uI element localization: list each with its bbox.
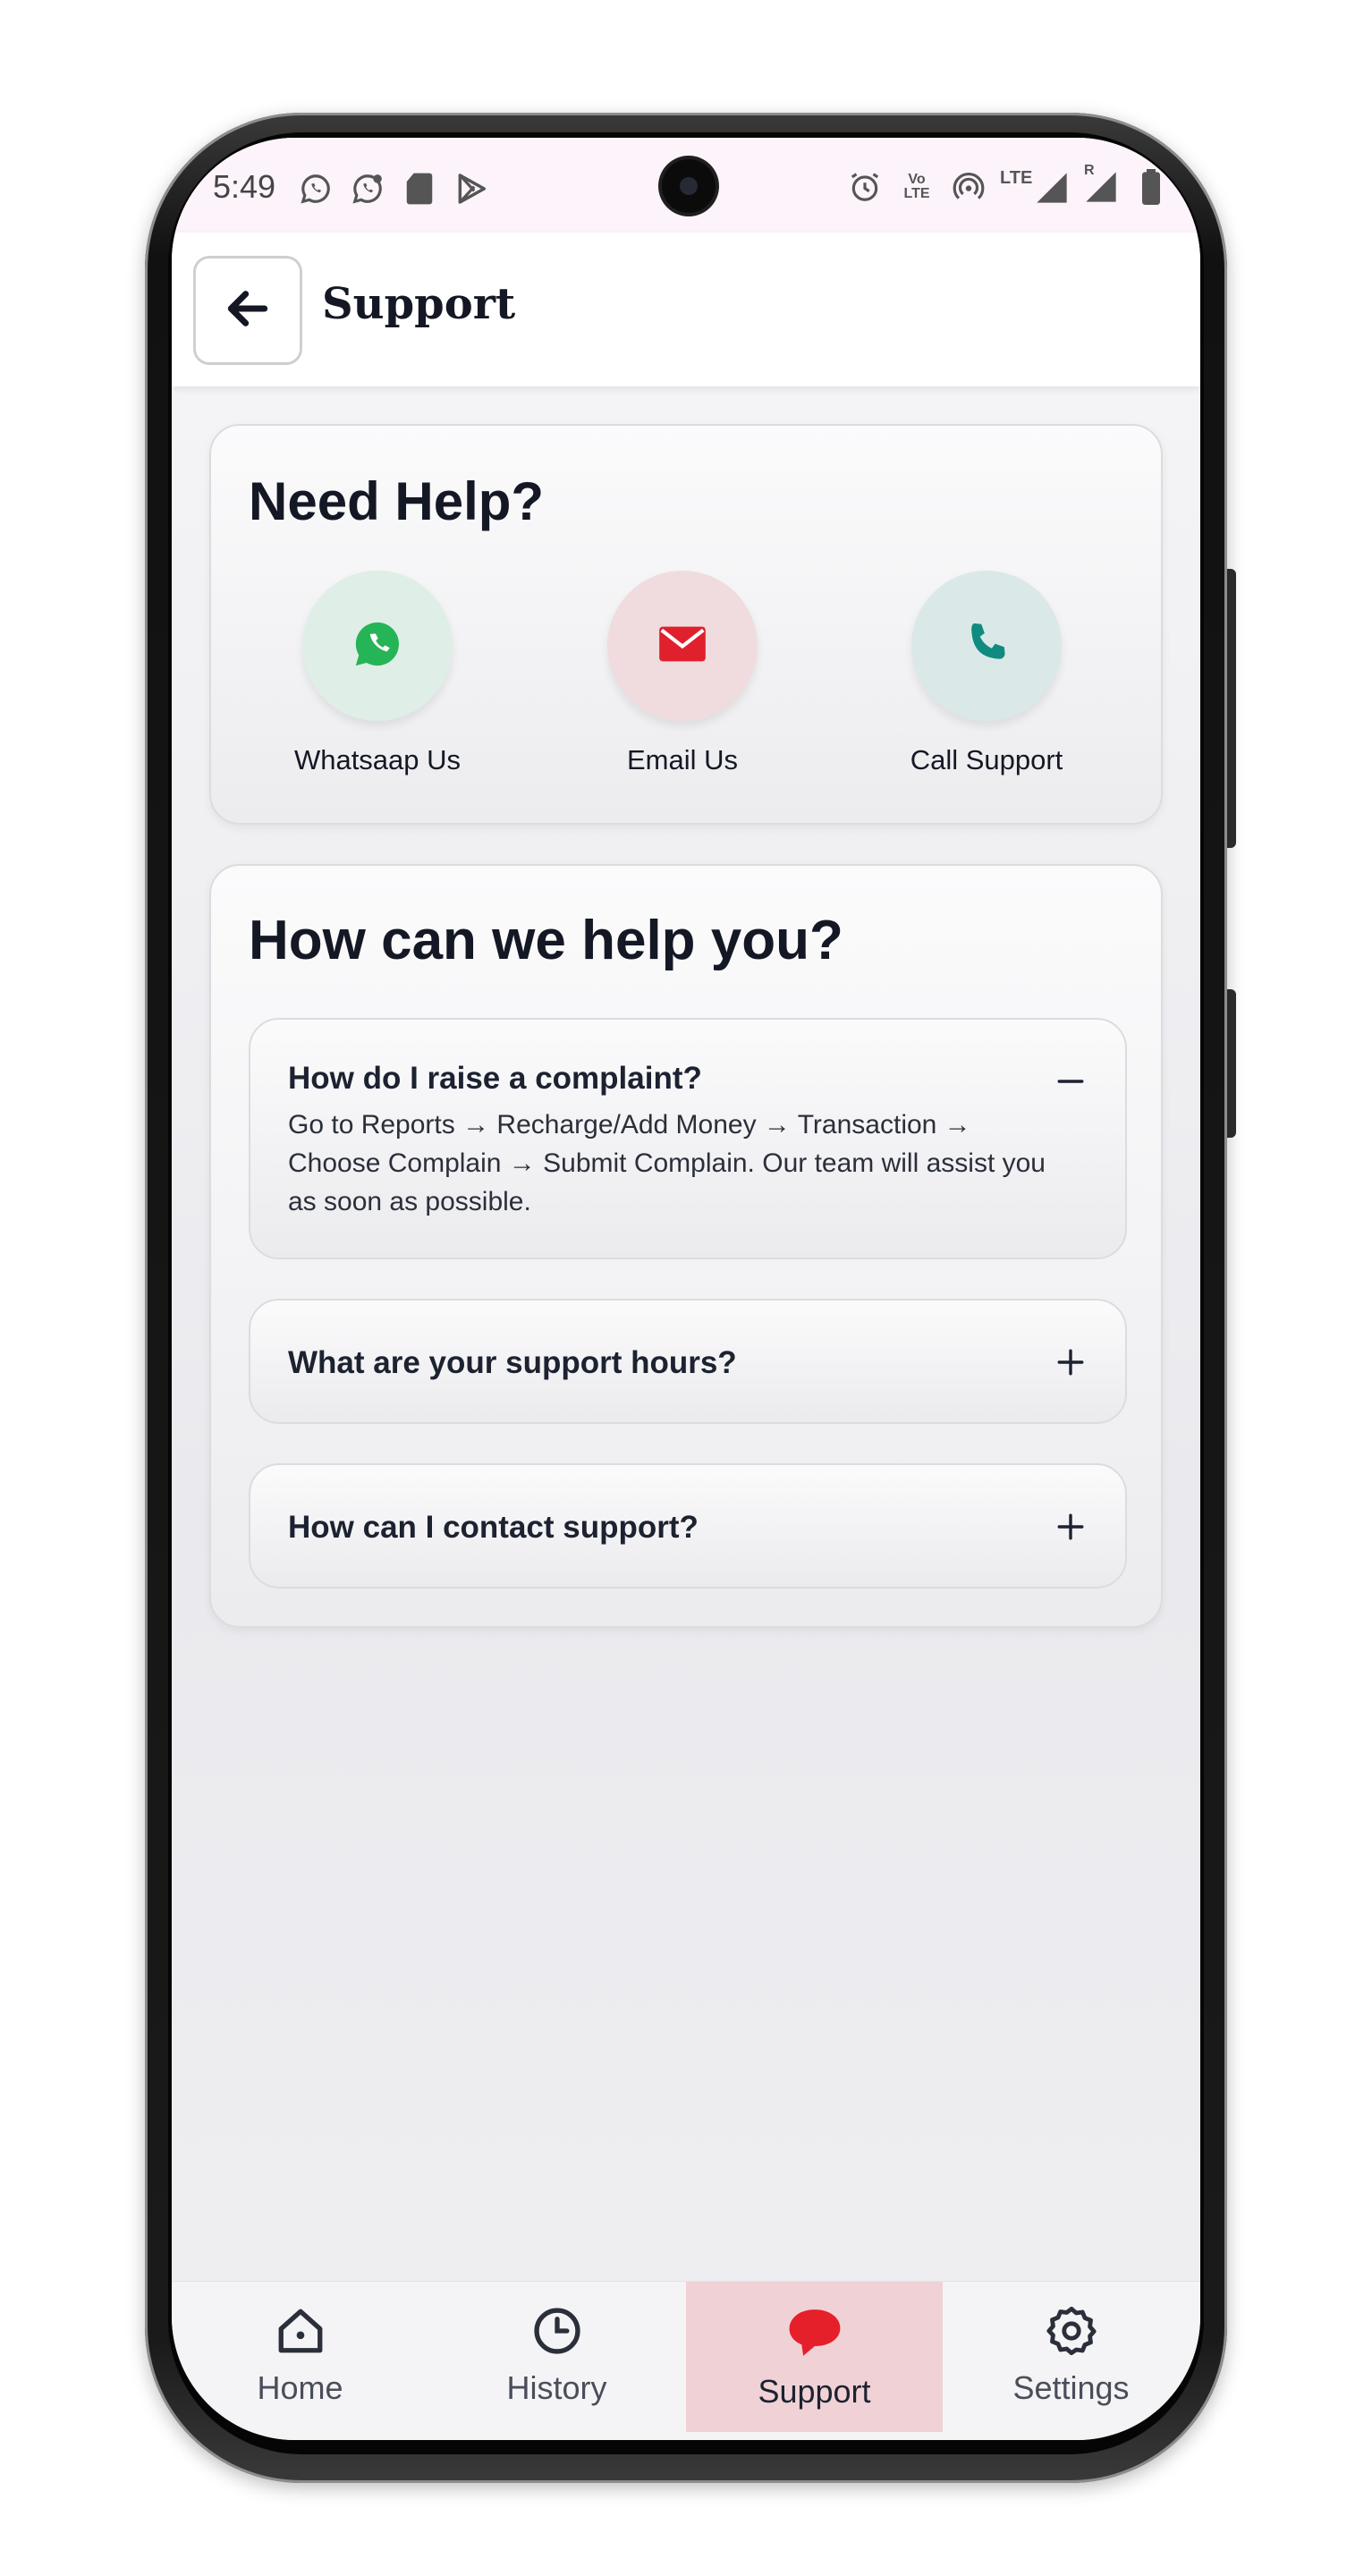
signal-roaming-icon: R	[1082, 163, 1120, 206]
nav-item-home[interactable]: Home	[172, 2282, 428, 2432]
status-notification-icons	[297, 170, 490, 208]
sd-card-icon	[401, 170, 438, 208]
nav-item-support[interactable]: Support	[686, 2282, 943, 2432]
chat-bubble-icon	[784, 2305, 845, 2360]
email-icon-circle[interactable]	[607, 571, 758, 721]
arrow-left-icon	[223, 284, 273, 338]
whatsapp-contact-button[interactable]: Whatsaap Us	[261, 571, 494, 776]
nav-label-history: History	[506, 2369, 607, 2406]
home-icon	[275, 2305, 326, 2357]
status-bar: 5:49 Vo LTE LTE R	[172, 138, 1200, 233]
faq-item-contact-support[interactable]: How can I contact support?	[249, 1463, 1127, 1589]
page-title: Support	[322, 279, 516, 329]
nav-label-settings: Settings	[1012, 2369, 1130, 2406]
mail-icon	[655, 616, 710, 676]
play-store-icon	[453, 170, 490, 208]
faq-card: How can we help you? How do I raise a co…	[209, 864, 1163, 1628]
whatsapp-business-icon	[349, 170, 386, 208]
faq-question: How do I raise a complaint?	[288, 1061, 702, 1096]
front-camera	[662, 159, 716, 213]
faq-question: What are your support hours?	[288, 1345, 737, 1380]
back-button[interactable]	[193, 256, 302, 365]
phone-icon	[961, 618, 1012, 674]
need-help-card: Need Help? Whatsaap Us Email Us Call Sup…	[209, 424, 1163, 825]
volte-icon: Vo LTE	[896, 168, 937, 206]
call-support-button[interactable]: Call Support	[870, 571, 1103, 776]
lte-text: LTE	[1000, 168, 1033, 188]
call-support-label: Call Support	[910, 744, 1063, 775]
whatsapp-icon	[351, 618, 403, 674]
call-icon-circle[interactable]	[911, 571, 1062, 721]
battery-icon	[1132, 168, 1170, 206]
lte-signal-icon: LTE	[1000, 168, 1070, 206]
faq-answer: Go to Reports → Recharge/Add Money → Tra…	[288, 1110, 1046, 1216]
roaming-text: R	[1084, 163, 1095, 178]
whatsapp-icon-circle[interactable]	[302, 571, 453, 721]
faq-question: How can I contact support?	[288, 1510, 699, 1545]
minus-icon[interactable]	[1055, 1066, 1086, 1097]
whatsapp-label: Whatsaap Us	[293, 744, 462, 775]
nav-label-home: Home	[257, 2369, 343, 2406]
nav-item-settings[interactable]: Settings	[943, 2282, 1199, 2432]
hotspot-icon	[950, 168, 987, 206]
volte-text: Vo LTE	[903, 172, 930, 201]
power-button	[1227, 989, 1236, 1138]
clock-icon	[531, 2305, 583, 2357]
need-help-title: Need Help?	[249, 471, 545, 531]
status-time: 5:49	[213, 168, 276, 205]
email-label: Email Us	[626, 744, 738, 775]
plus-icon[interactable]	[1055, 1512, 1086, 1542]
whatsapp-icon	[297, 170, 335, 208]
faq-item-raise-complaint[interactable]: How do I raise a complaint? Go to Report…	[249, 1018, 1127, 1259]
app-bar: Support	[172, 233, 1200, 386]
status-system-icons: Vo LTE LTE R	[846, 163, 1170, 206]
plus-icon[interactable]	[1055, 1347, 1086, 1377]
app-screen: 5:49 Vo LTE LTE R Support Need Help? Wha…	[172, 138, 1200, 2440]
email-contact-button[interactable]: Email Us	[566, 571, 799, 776]
nav-item-history[interactable]: History	[428, 2282, 685, 2432]
alarm-icon	[846, 168, 884, 206]
faq-title: How can we help you?	[249, 910, 843, 971]
gear-icon	[1046, 2305, 1097, 2357]
bottom-navigation: Home History Support Settings	[172, 2281, 1200, 2440]
faq-item-support-hours[interactable]: What are your support hours?	[249, 1299, 1127, 1424]
volume-button	[1227, 569, 1236, 848]
nav-label-support: Support	[758, 2373, 871, 2410]
